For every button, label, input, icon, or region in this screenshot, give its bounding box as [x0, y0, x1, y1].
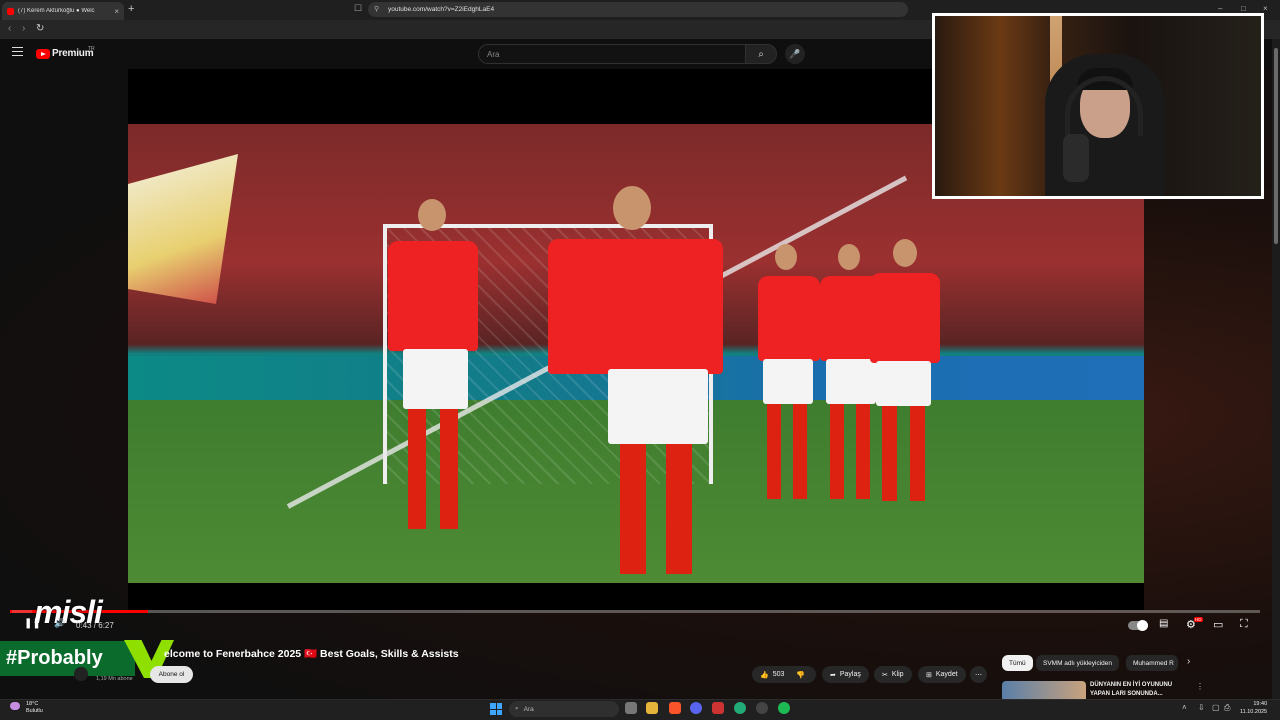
scissors-icon: ✂	[882, 671, 888, 679]
recommended-title[interactable]: DÜNYANIN EN İYİ OYUNUNU YAPAN LARI SONUN…	[1090, 681, 1190, 699]
tab-close-icon[interactable]: ×	[114, 7, 119, 16]
fullscreen-button[interactable]: ⛶	[1240, 618, 1248, 631]
new-tab-button[interactable]: +	[128, 3, 134, 15]
bookmark-icon[interactable]: ☐	[354, 3, 362, 14]
discord-icon[interactable]	[690, 702, 702, 714]
chips-next-icon[interactable]: ›	[1187, 656, 1190, 667]
theater-mode-button[interactable]: ▭	[1213, 618, 1223, 631]
youtube-favicon-icon	[7, 7, 14, 15]
volume-button[interactable]: 🔊	[54, 618, 65, 629]
pause-button[interactable]: ❚❚	[24, 618, 41, 629]
webcam-overlay	[932, 13, 1264, 199]
tab-title: (7) Kerem Aktürkoğlu ● Welc	[18, 8, 95, 14]
share-button[interactable]: ➦ Paylaş	[822, 666, 869, 683]
chip-all[interactable]: Tümü	[1002, 655, 1033, 671]
obs-icon[interactable]	[734, 702, 746, 714]
recommended-thumbnail[interactable]	[1002, 681, 1086, 699]
clip-button[interactable]: ✂ Klip	[874, 666, 912, 683]
hashtag-overlay: #Probably	[0, 641, 135, 676]
back-button[interactable]: ‹	[8, 23, 11, 34]
channel-avatar[interactable]	[74, 667, 88, 681]
tray-app-icon[interactable]: ▢	[1212, 703, 1220, 712]
share-icon: ➦	[830, 671, 836, 679]
task-view-icon[interactable]	[625, 702, 637, 714]
save-button[interactable]: ⊞ Kaydet	[918, 666, 966, 683]
spotify-icon[interactable]	[778, 702, 790, 714]
search-button[interactable]: ⌕	[745, 44, 777, 64]
player-figure	[548, 144, 748, 584]
hamburger-menu-icon[interactable]	[12, 47, 23, 56]
mic-icon: 🎤	[789, 48, 801, 59]
sponsor-accent	[12, 610, 32, 613]
captions-button[interactable]: ▤	[1159, 618, 1168, 629]
subscriber-count: 1,19 Mn abone	[96, 676, 133, 682]
weather-icon[interactable]	[10, 702, 20, 710]
temperature: 18°C	[26, 701, 39, 707]
thumbs-down-icon[interactable]: 👎	[796, 671, 805, 679]
chip-uploader[interactable]: SVMM adlı yükleyiciden	[1036, 655, 1119, 671]
taskbar-search[interactable]: ⌕ Ara	[509, 701, 619, 717]
tray-app-icon[interactable]: ⇩	[1198, 703, 1205, 712]
chip-related[interactable]: Muhammed R	[1126, 655, 1178, 671]
taskbar-search-placeholder: Ara	[523, 705, 534, 713]
window-minimize-button[interactable]: –	[1218, 4, 1222, 13]
app-icon[interactable]	[756, 702, 768, 714]
reload-button[interactable]: ↻	[36, 23, 44, 34]
autoplay-toggle[interactable]	[1128, 620, 1148, 631]
thumbs-up-icon: 👍	[760, 671, 769, 679]
more-actions-button[interactable]: ⋯	[970, 666, 987, 683]
video-title: elcome to Fenerbahce 2025 🇹🇷 Best Goals,…	[164, 648, 459, 660]
voice-search-button[interactable]: 🎤	[785, 44, 805, 64]
like-button[interactable]: 👍 503 👎	[752, 666, 816, 683]
hd-badge: HD	[1194, 617, 1203, 622]
url-field[interactable]: youtube.com/watch?v=Z2iEdghLaE4	[368, 2, 908, 17]
recommended-menu-icon[interactable]: ⋮	[1196, 682, 1204, 691]
player-figure	[868, 239, 953, 509]
player-figure	[368, 199, 478, 549]
like-count: 503	[772, 671, 785, 678]
taskbar-clock[interactable]: 19:40 11.10.2025	[1240, 700, 1267, 716]
windows-taskbar	[0, 699, 1280, 720]
file-explorer-icon[interactable]	[646, 702, 658, 714]
time-display: 0:43 / 6:27	[76, 621, 114, 630]
browser-tab[interactable]: (7) Kerem Aktürkoğlu ● Welc ×	[2, 2, 124, 20]
brave-browser-icon[interactable]	[669, 702, 681, 714]
bookmark-add-icon: ⊞	[926, 671, 932, 679]
clip-label: Klip	[891, 671, 904, 678]
microphone	[1063, 134, 1089, 182]
window-close-button[interactable]: ×	[1263, 4, 1268, 13]
country-code: TR	[88, 46, 95, 52]
youtube-logo-icon[interactable]	[36, 49, 50, 59]
subscribe-button[interactable]: Abone ol	[150, 666, 193, 683]
corner-flag	[128, 154, 238, 304]
weather-condition: Bulutlu	[26, 708, 43, 714]
save-label: Kaydet	[935, 671, 958, 678]
search-input[interactable]: Ara	[478, 44, 746, 64]
forward-button[interactable]: ›	[22, 23, 25, 34]
network-icon[interactable]: ⎙	[1224, 703, 1230, 713]
tray-expand-icon[interactable]: ˄	[1182, 703, 1187, 712]
windows-start-icon[interactable]	[490, 703, 502, 715]
more-icon: ⋯	[975, 671, 982, 679]
site-info-icon[interactable]: ⚲	[374, 5, 379, 13]
scrollbar-thumb[interactable]	[1274, 48, 1278, 244]
search-icon: ⌕	[515, 705, 519, 712]
app-icon[interactable]	[712, 702, 724, 714]
weather-widget[interactable]: 18°C Bulutlu	[26, 701, 43, 715]
search-icon: ⌕	[758, 48, 764, 60]
clock-time: 19:40	[1253, 701, 1268, 707]
progress-bar[interactable]	[10, 610, 1260, 613]
window-maximize-button[interactable]: □	[1241, 4, 1246, 13]
clock-date: 11.10.2025	[1240, 709, 1268, 715]
share-label: Paylaş	[839, 671, 861, 678]
